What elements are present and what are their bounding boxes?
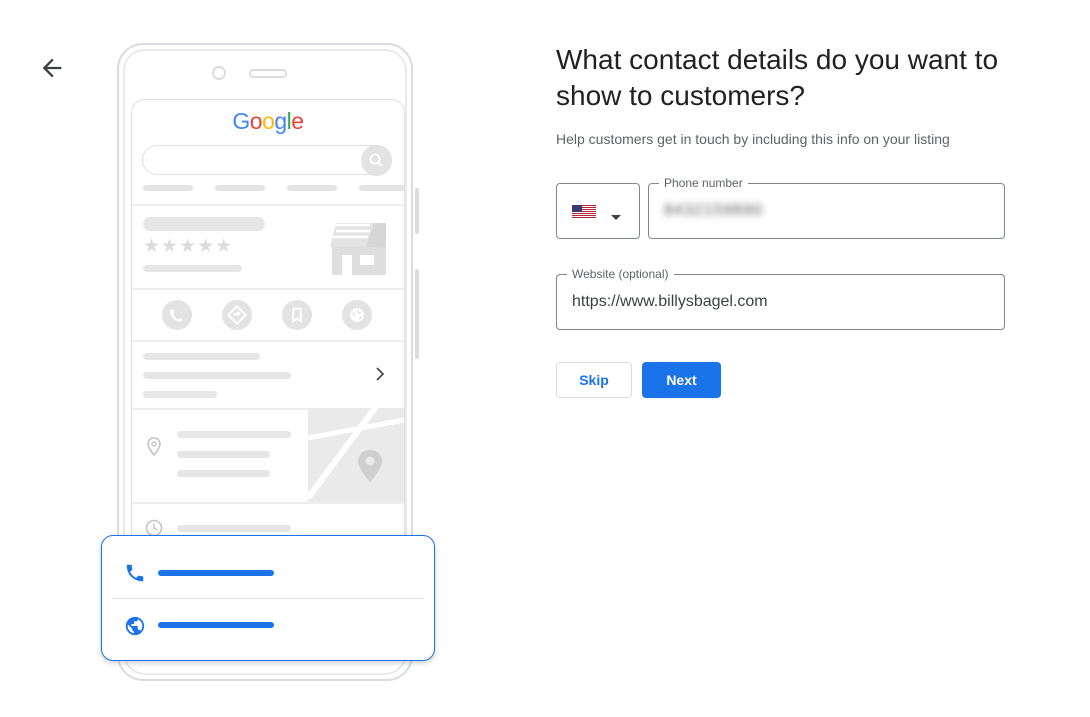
tab-placeholder (359, 185, 404, 191)
divider (132, 204, 404, 206)
map-thumbnail (308, 408, 404, 502)
directions-icon (222, 300, 252, 330)
text-placeholder (177, 525, 291, 532)
skip-button[interactable]: Skip (556, 362, 632, 398)
website-input[interactable] (572, 275, 992, 329)
phone-camera (212, 66, 226, 80)
rating-stars: ★★★★★ (143, 236, 234, 257)
search-bar-illustration (142, 145, 392, 175)
us-flag-icon (572, 205, 596, 218)
divider (132, 502, 404, 504)
tab-placeholder (287, 185, 337, 191)
phone-number-field[interactable]: Phone number (648, 175, 1084, 239)
phone-icon (124, 562, 146, 584)
phone-icon (162, 300, 192, 330)
storefront-icon (330, 219, 390, 277)
search-button-illustration (361, 145, 392, 176)
google-logo: Google (232, 108, 304, 134)
tab-placeholder (143, 185, 193, 191)
globe-icon (342, 300, 372, 330)
text-placeholder (177, 451, 270, 458)
divider (112, 598, 424, 599)
phone-side-button (415, 269, 419, 359)
contact-info-card (101, 535, 435, 661)
tab-placeholder (215, 185, 265, 191)
globe-icon (124, 615, 146, 637)
text-placeholder (143, 372, 291, 379)
phone-number-input[interactable] (664, 184, 1084, 238)
page-title: What contact details do you want to show… (556, 44, 999, 111)
text-placeholder (143, 353, 260, 360)
text-placeholder (143, 391, 217, 398)
search-icon (369, 153, 383, 167)
website-placeholder-bar (158, 622, 274, 628)
chevron-right-icon (372, 366, 388, 382)
phone-side-button (415, 188, 419, 234)
location-pin-icon (144, 436, 164, 458)
divider (132, 340, 404, 342)
text-placeholder (177, 470, 270, 477)
text-placeholder (143, 265, 242, 272)
caret-down-icon (611, 208, 621, 220)
page-subtitle: Help customers get in touch by including… (556, 131, 950, 147)
country-code-select[interactable] (556, 183, 640, 239)
phone-speaker (249, 69, 287, 78)
back-arrow-icon[interactable] (38, 54, 66, 82)
phone-placeholder-bar (158, 570, 274, 576)
next-button[interactable]: Next (642, 362, 721, 398)
divider (132, 288, 404, 290)
business-name-placeholder (143, 217, 265, 231)
bookmark-icon (282, 300, 312, 330)
website-field[interactable]: Website (optional) (556, 266, 1005, 330)
text-placeholder (177, 431, 291, 438)
